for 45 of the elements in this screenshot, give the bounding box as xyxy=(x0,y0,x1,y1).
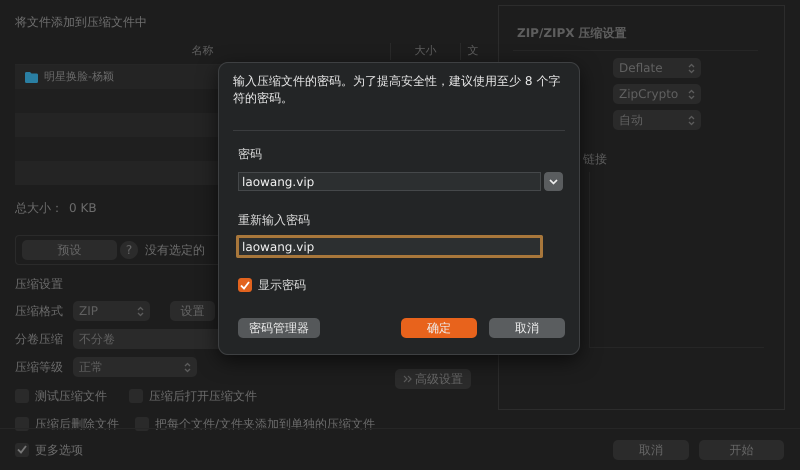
dropdown-button[interactable] xyxy=(544,172,563,191)
password-field[interactable]: laowang.vip xyxy=(238,172,541,191)
checkbox[interactable] xyxy=(15,442,29,456)
option-label: 测试压缩文件 xyxy=(35,388,107,405)
select-arrows-icon xyxy=(184,362,191,372)
option-label: 更多选项 xyxy=(35,442,83,458)
checkbox[interactable] xyxy=(238,278,252,292)
select-arrows-icon xyxy=(688,62,695,74)
confirm-password-field[interactable]: laowang.vip xyxy=(236,235,543,258)
field-label: 压缩等级 xyxy=(15,359,64,376)
checkmark-icon xyxy=(240,280,250,290)
cancel-button[interactable]: 取消 xyxy=(488,318,565,338)
double-chevron-icon xyxy=(403,375,412,383)
help-button[interactable]: ? xyxy=(120,241,138,259)
checkmark-icon xyxy=(17,445,27,454)
field-label: 压缩格式 xyxy=(15,303,64,320)
checkbox-label: 显示密码 xyxy=(258,277,306,294)
settings-button[interactable]: 设置 xyxy=(170,301,215,321)
cancel-button[interactable]: 取消 xyxy=(613,440,689,460)
ok-button[interactable]: 确定 xyxy=(401,318,477,338)
section-heading: 压缩设置 xyxy=(15,276,63,293)
column-header[interactable]: 名称 xyxy=(192,43,214,60)
field-label: 分卷压缩 xyxy=(15,331,64,348)
total-size-label: 总大小： xyxy=(15,200,63,217)
total-size-value: 0 KB xyxy=(69,200,97,217)
start-button[interactable]: 开始 xyxy=(699,440,784,460)
preset-status: 没有选定的 xyxy=(145,242,205,259)
field-label: 密码 xyxy=(237,146,263,163)
field-label: 重新输入密码 xyxy=(237,212,311,229)
option-label: 链接 xyxy=(583,151,608,168)
select-arrows-icon xyxy=(688,88,695,100)
folder-icon xyxy=(25,72,38,82)
password-manager-button[interactable]: 密码管理器 xyxy=(238,318,320,338)
chevron-down-icon xyxy=(549,178,558,184)
advanced-settings-button[interactable]: 高级设置 xyxy=(395,369,471,389)
select-arrows-icon xyxy=(688,114,695,126)
panel-title: ZIP/ZIPX 压缩设置 xyxy=(513,24,758,51)
column-header[interactable]: 大小 xyxy=(414,43,436,60)
preset-button[interactable]: 预设 xyxy=(22,240,117,260)
column-header[interactable]: 文 xyxy=(468,43,478,60)
select-arrows-icon xyxy=(137,306,144,316)
option-label: 压缩后打开压缩文件 xyxy=(149,388,257,405)
dialog-message: 输入压缩文件的密码。为了提高安全性，建议使用至少 8 个字符的密码。 xyxy=(233,73,562,107)
file-name[interactable]: 明星换脸-杨颖 xyxy=(44,68,114,86)
window-title: 将文件添加到压缩文件中 xyxy=(15,14,147,31)
